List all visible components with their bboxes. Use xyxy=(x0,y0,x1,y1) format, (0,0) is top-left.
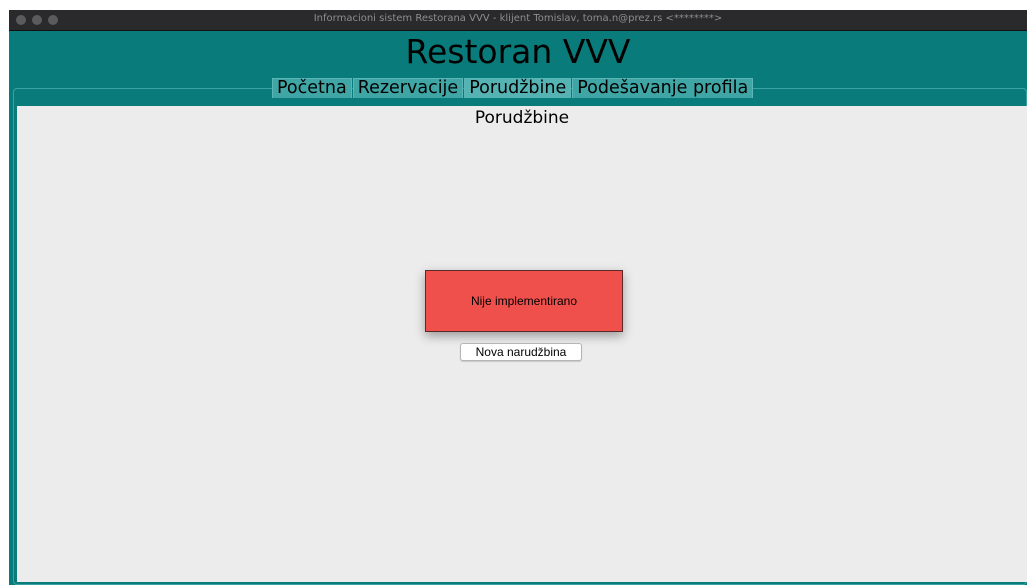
app-window: Informacioni sistem Restorana VVV - klij… xyxy=(9,10,1027,585)
tab-porudzbine[interactable]: Porudžbine xyxy=(464,78,572,98)
new-order-button[interactable]: Nova narudžbina xyxy=(460,343,582,361)
tab-podesavanje-profila[interactable]: Podešavanje profila xyxy=(572,78,754,98)
not-implemented-alert: Nije implementirano xyxy=(425,270,623,332)
tab-bar: Početna Rezervacije Porudžbine Podešavan… xyxy=(272,78,754,99)
tab-rezervacije[interactable]: Rezervacije xyxy=(352,78,464,98)
page-title: Porudžbine xyxy=(474,108,570,128)
app-title: Restoran VVV xyxy=(405,32,631,71)
window-title: Informacioni sistem Restorana VVV - klij… xyxy=(313,13,723,24)
title-bar: Informacioni sistem Restorana VVV - klij… xyxy=(9,10,1027,31)
tab-pocetna[interactable]: Početna xyxy=(272,78,352,98)
tab-content-panel: Porudžbine Nije implementirano Nova naru… xyxy=(17,106,1027,582)
